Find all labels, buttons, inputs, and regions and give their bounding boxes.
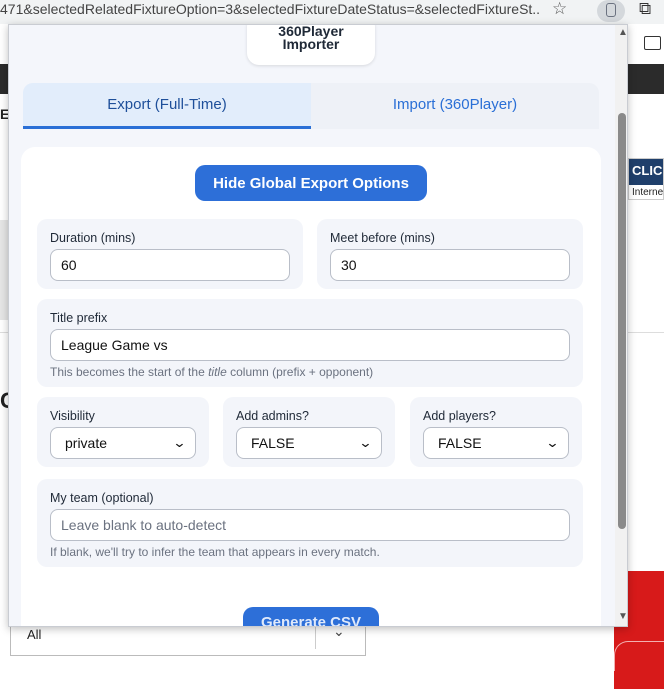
- advert-banner[interactable]: CLICK Internet: [628, 158, 664, 200]
- address-bar: 471&selectedRelatedFixtureOption=3&selec…: [0, 0, 664, 24]
- visibility-label: Visibility: [50, 409, 95, 423]
- title-prefix-input[interactable]: League Game vs: [50, 329, 570, 361]
- title-prefix-group: Title prefix League Game vs This becomes…: [37, 299, 583, 387]
- scrollbar[interactable]: ▲ ▼: [615, 25, 627, 626]
- add-admins-label: Add admins?: [236, 409, 309, 423]
- duration-label: Duration (mins): [50, 231, 136, 245]
- title-prefix-label: Title prefix: [50, 311, 108, 325]
- advert-title: CLICK: [629, 159, 663, 185]
- chevron-down-icon: ⌄: [545, 435, 560, 450]
- add-players-value: FALSE: [438, 435, 482, 451]
- add-admins-value: FALSE: [251, 435, 295, 451]
- my-team-hint: If blank, we'll try to infer the team th…: [50, 545, 380, 559]
- tab-bar: Export (Full-Time) Import (360Player): [23, 83, 599, 129]
- title-prefix-hint: This becomes the start of the title colu…: [50, 365, 374, 379]
- logo-line-2: Importer: [282, 36, 340, 52]
- chevron-down-icon: ⌄: [172, 435, 187, 450]
- tab-import[interactable]: Import (360Player): [311, 83, 599, 129]
- meet-before-group: Meet before (mins) 30: [317, 219, 583, 289]
- add-admins-group: Add admins? FALSE ⌄: [223, 397, 395, 467]
- my-team-input[interactable]: Leave blank to auto-detect: [50, 509, 570, 541]
- tab-export[interactable]: Export (Full-Time): [23, 83, 311, 129]
- scroll-up-icon[interactable]: ▲: [618, 27, 627, 38]
- filter-select-value: All: [27, 627, 42, 642]
- my-team-group: My team (optional) Leave blank to auto-d…: [37, 479, 583, 567]
- puzzle-icon[interactable]: ⧉: [639, 0, 651, 19]
- add-players-label: Add players?: [423, 409, 496, 423]
- add-players-group: Add players? FALSE ⌄: [410, 397, 582, 467]
- visibility-select[interactable]: private ⌄: [50, 427, 196, 459]
- chevron-down-icon: ⌄: [358, 435, 373, 450]
- visibility-value: private: [65, 435, 108, 451]
- extension-popup: 360Player Importer Export (Full-Time) Im…: [8, 24, 628, 627]
- divider: [628, 332, 664, 333]
- duration-group: Duration (mins) 60: [37, 219, 303, 289]
- star-icon[interactable]: ☆: [552, 0, 567, 18]
- scrollbar-thumb[interactable]: [618, 113, 626, 529]
- add-admins-select[interactable]: FALSE ⌄: [236, 427, 382, 459]
- meet-before-input[interactable]: 30: [330, 249, 570, 281]
- add-players-select[interactable]: FALSE ⌄: [423, 427, 569, 459]
- duration-input[interactable]: 60: [50, 249, 290, 281]
- hide-options-button[interactable]: Hide Global Export Options: [195, 165, 427, 201]
- scroll-down-icon[interactable]: ▼: [618, 611, 627, 622]
- export-options-card: Hide Global Export Options Duration (min…: [21, 147, 601, 626]
- extension-icon[interactable]: [597, 0, 625, 22]
- meet-before-label: Meet before (mins): [330, 231, 435, 245]
- my-team-label: My team (optional): [50, 491, 154, 505]
- folder-icon[interactable]: [644, 36, 661, 50]
- generate-csv-button[interactable]: Generate CSV: [243, 607, 379, 626]
- visibility-group: Visibility private ⌄: [37, 397, 209, 467]
- advert-subtitle: Internet: [632, 187, 663, 198]
- url-text[interactable]: 471&selectedRelatedFixtureOption=3&selec…: [0, 0, 540, 20]
- app-logo: 360Player Importer: [247, 25, 375, 65]
